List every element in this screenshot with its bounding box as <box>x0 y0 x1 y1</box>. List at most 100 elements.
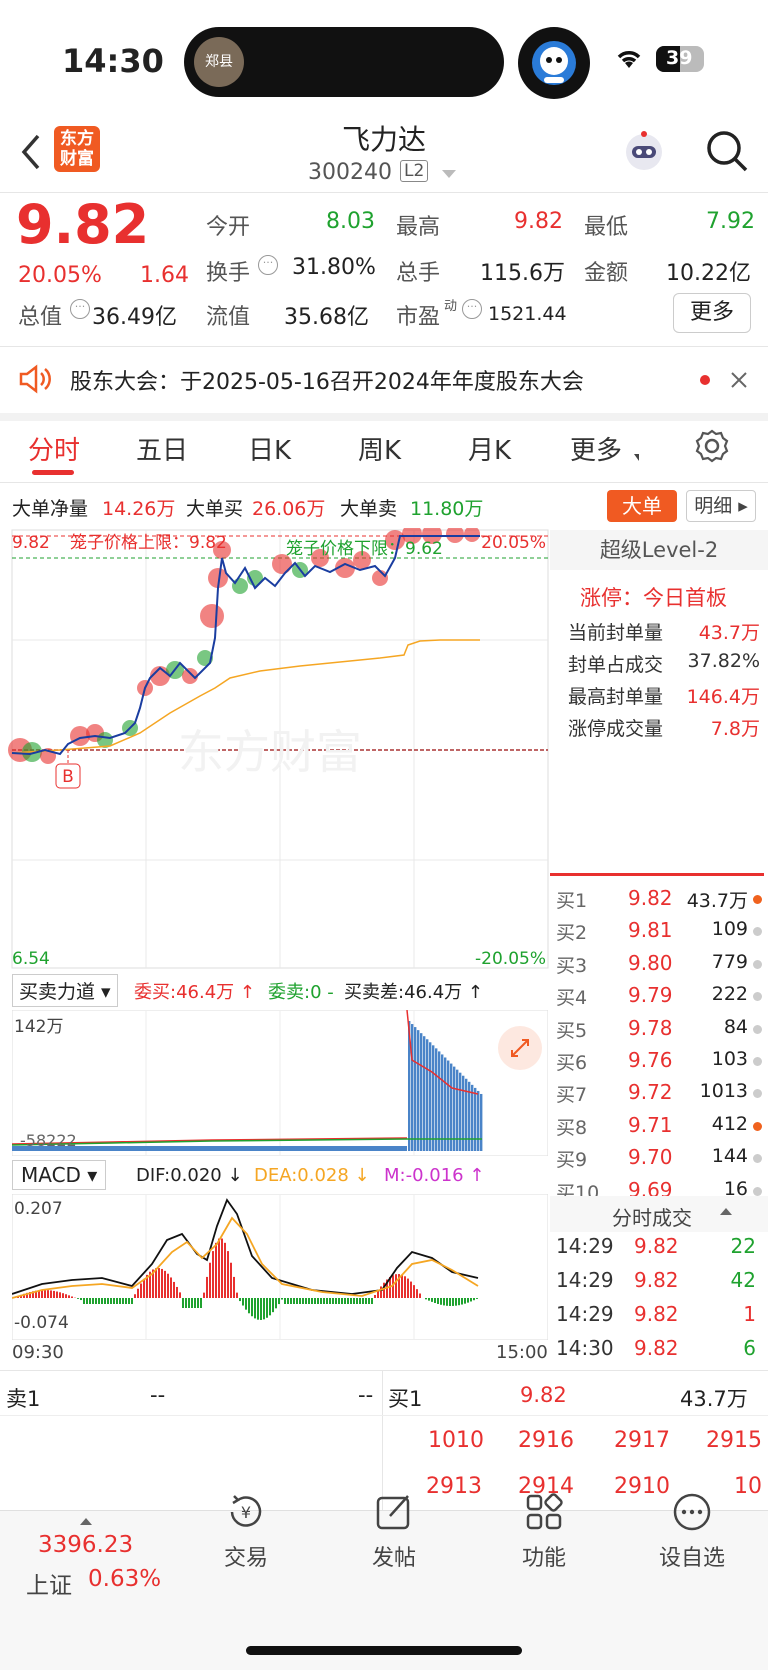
orderbook-row[interactable]: 买2 9.81 109 <box>556 918 762 946</box>
power-chart[interactable]: 142万 -58222 <box>12 1010 548 1156</box>
upper-limit-label: 笼子价格上限：9.82 <box>70 533 227 553</box>
index-value[interactable]: 3396.23 <box>38 1532 133 1558</box>
commit-buy: 委买:46.4万 ↑ <box>134 982 255 1003</box>
macd-bar <box>311 1298 313 1304</box>
macd-bar <box>143 1278 145 1298</box>
macd-bar <box>458 1298 460 1306</box>
orderbook-row[interactable]: 买5 9.78 84 <box>556 1016 762 1044</box>
tab-week-k[interactable]: 周K <box>358 430 401 467</box>
macd-bar <box>266 1298 268 1318</box>
queue-order: 2917 <box>614 1428 670 1453</box>
macd-bar <box>299 1298 301 1304</box>
power-bar <box>447 1060 450 1151</box>
last-price: 9.82 <box>16 193 150 256</box>
tick-row: 14:29 9.82 22 <box>556 1234 756 1258</box>
buy1-label: 买1 <box>388 1387 423 1411</box>
tab-more[interactable]: 更多 <box>570 430 622 467</box>
power-bar <box>438 1051 441 1151</box>
level-badge[interactable]: L2 <box>400 160 429 182</box>
pe-value: 1521.44 <box>488 303 567 325</box>
low-label: 最低 <box>584 215 629 240</box>
big-order-button[interactable]: 大单 <box>607 490 677 522</box>
unread-dot <box>700 375 710 385</box>
tick-header[interactable]: 分时成交 <box>550 1196 768 1232</box>
orderbook-row[interactable]: 买7 9.72 1013 <box>556 1080 762 1108</box>
orderbook-row[interactable]: 买8 9.71 412 <box>556 1113 762 1141</box>
nav-functions[interactable]: 功能 <box>494 1490 594 1572</box>
macd-bar <box>359 1298 361 1304</box>
tab-day-k[interactable]: 日K <box>248 430 291 467</box>
expand-icon[interactable] <box>498 1026 542 1070</box>
orderbook-row[interactable]: 买3 9.80 779 <box>556 951 762 979</box>
macd-bar <box>176 1286 178 1298</box>
detail-button[interactable]: 明细 ▸ <box>686 490 756 522</box>
index-pct[interactable]: 0.63% <box>88 1566 161 1592</box>
amount-value: 10.22亿 <box>666 261 751 286</box>
power-selector[interactable]: 买卖力道 ▾ <box>12 974 118 1007</box>
nav-trade[interactable]: ¥ 交易 <box>196 1490 296 1572</box>
macd-bar <box>443 1298 445 1306</box>
chevron-down-icon[interactable] <box>442 170 456 178</box>
intraday-chart[interactable]: 东方财富 B 9.82 笼子价格上限：9.82 笼子价格下限：9.62 20.0… <box>0 528 550 970</box>
macd-bar <box>62 1293 64 1298</box>
macd-bar <box>290 1298 292 1304</box>
macd-bar <box>416 1289 418 1298</box>
macd-bar <box>191 1298 193 1308</box>
macd-bar <box>413 1285 415 1298</box>
macd-bar <box>287 1298 289 1304</box>
tab-month-k[interactable]: 月K <box>468 430 511 467</box>
orderbook-row[interactable]: 买1 9.82 43.7万 <box>556 886 762 914</box>
dynamic-island[interactable]: 郑县 <box>184 27 504 97</box>
macd-bar <box>59 1292 61 1298</box>
settings-gear-icon[interactable] <box>694 428 730 464</box>
search-icon[interactable] <box>704 128 750 174</box>
low-value: 7.92 <box>706 209 755 234</box>
buy-label: 大单买 <box>186 498 244 520</box>
nav-watchlist[interactable]: 设自选 <box>642 1490 742 1572</box>
macd-bar <box>335 1298 337 1304</box>
info-icon[interactable]: ··· <box>258 255 278 275</box>
close-icon[interactable] <box>730 371 748 389</box>
macd-chart[interactable]: 0.207 -0.074 <box>12 1194 548 1340</box>
macd-bar <box>50 1290 52 1298</box>
macd-bar <box>71 1296 73 1298</box>
power-bar <box>432 1045 435 1151</box>
orderbook-row[interactable]: 买9 9.70 144 <box>556 1145 762 1173</box>
macd-bar <box>404 1276 406 1298</box>
macd-selector[interactable]: MACD ▾ <box>12 1160 107 1190</box>
info-icon[interactable]: ··· <box>462 299 482 319</box>
macd-bar <box>125 1298 127 1304</box>
index-name[interactable]: 上证 <box>26 1566 72 1600</box>
more-button[interactable]: 更多 <box>673 293 751 333</box>
macd-bar <box>284 1298 286 1304</box>
macd-bar <box>452 1298 454 1306</box>
queue-order: 1010 <box>428 1428 484 1453</box>
svg-text:¥: ¥ <box>241 1503 251 1522</box>
mascot-icon[interactable] <box>620 128 668 176</box>
assistant-robot-icon[interactable] <box>518 27 590 99</box>
chart-bottom-price: 6.54 <box>12 949 50 969</box>
macd-bar <box>92 1298 94 1304</box>
macd-bar <box>425 1298 427 1300</box>
net-value: 14.26万 <box>102 498 176 520</box>
orderbook-row[interactable]: 买4 9.79 222 <box>556 983 762 1011</box>
power-bar <box>465 1078 468 1151</box>
macd-header: MACD ▾ DIF:0.020 ↓ DEA:0.028 ↓ M:-0.016 … <box>12 1160 548 1194</box>
macd-bar <box>188 1298 190 1308</box>
collapse-icon[interactable] <box>720 1208 732 1215</box>
macd-bar <box>224 1242 226 1298</box>
nav-post[interactable]: 发帖 <box>344 1490 444 1572</box>
info-icon[interactable]: ··· <box>70 299 90 319</box>
tab-five-day[interactable]: 五日 <box>136 430 188 467</box>
index-expand-icon[interactable] <box>80 1518 92 1525</box>
buy-marker[interactable]: B <box>62 767 74 787</box>
macd-bar <box>278 1298 280 1305</box>
tab-underline <box>32 470 74 475</box>
notice-text: 股东大会：于2025-05-16召开2024年年度股东大会 <box>70 370 584 395</box>
macd-bar <box>341 1298 343 1304</box>
tab-intraday[interactable]: 分时 <box>28 430 80 467</box>
notice-bar[interactable]: 股东大会：于2025-05-16召开2024年年度股东大会 <box>0 347 768 413</box>
orderbook-row[interactable]: 买6 9.76 103 <box>556 1048 762 1076</box>
macd-bar <box>320 1298 322 1304</box>
home-indicator[interactable] <box>246 1646 522 1655</box>
